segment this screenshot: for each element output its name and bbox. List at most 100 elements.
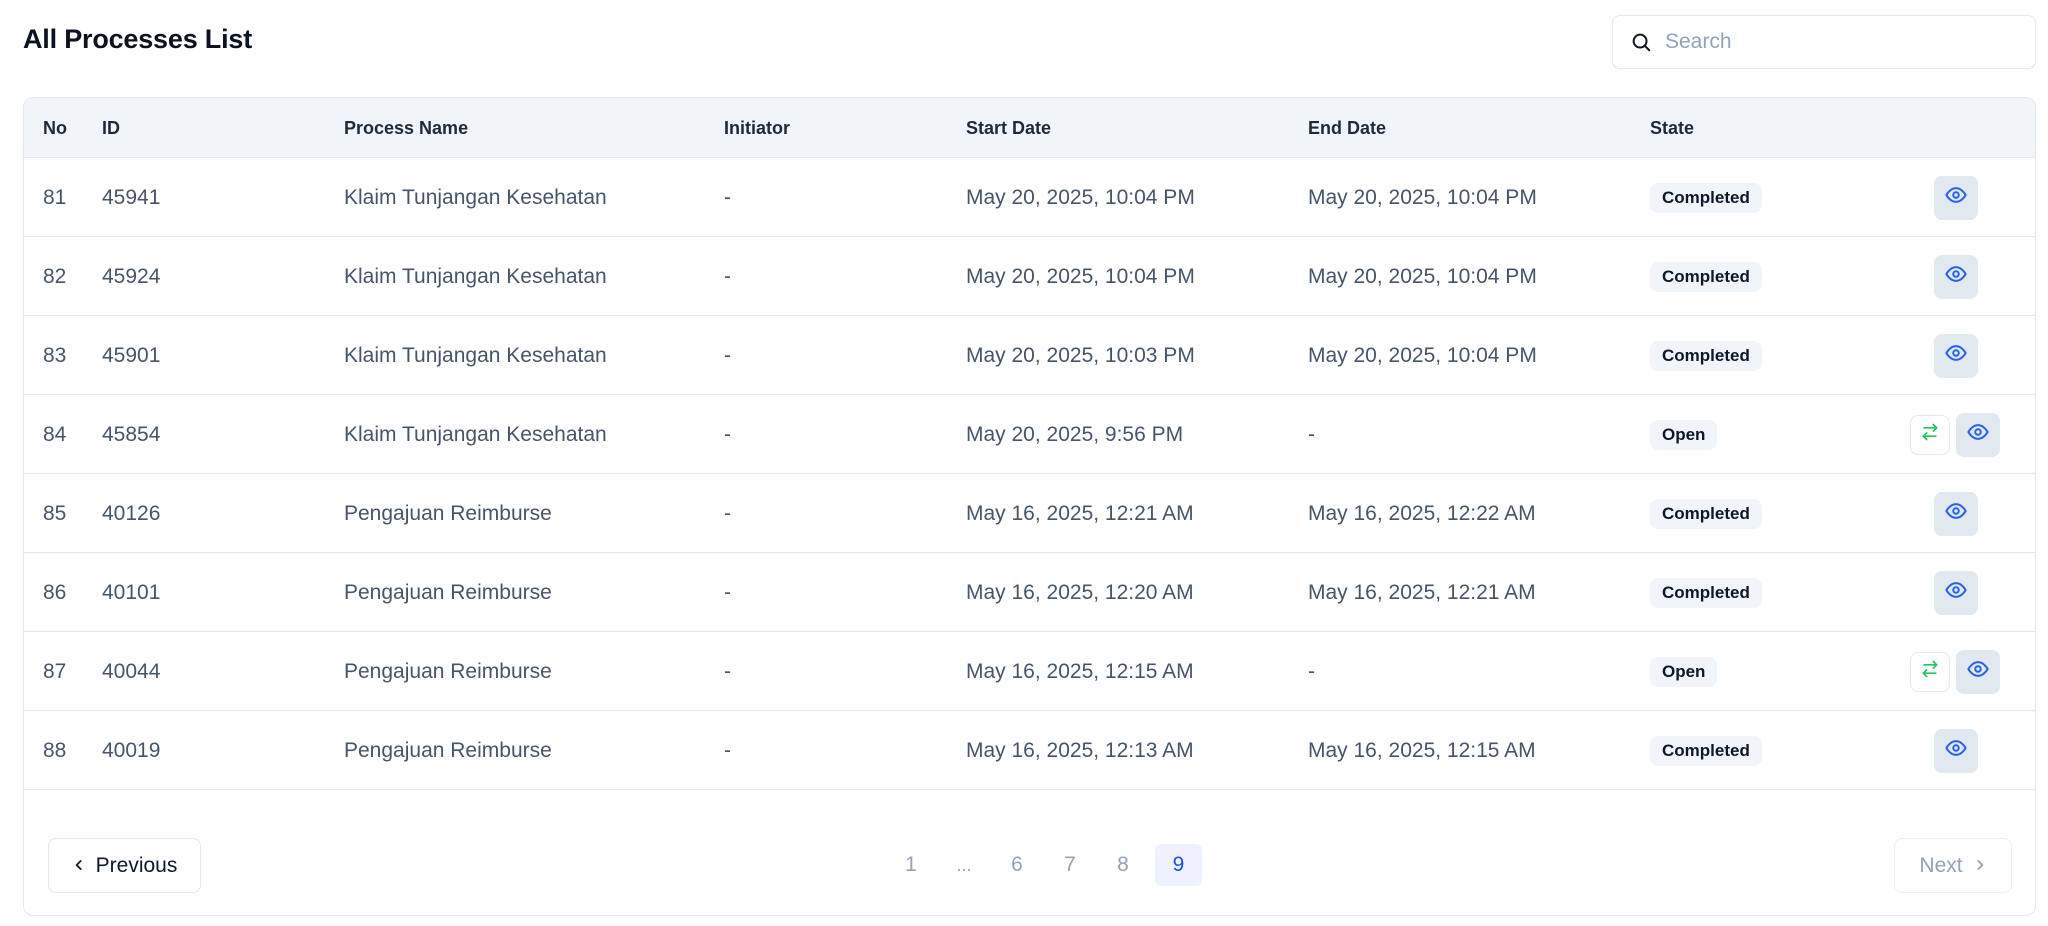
transfer-arrows-icon — [1920, 422, 1940, 447]
header-no: No — [43, 118, 67, 138]
table-row: 82 45924 Klaim Tunjangan Kesehatan - May 20,… — [24, 237, 2035, 316]
cell-process-name: Pengajuan Reimburse — [344, 581, 552, 604]
state-cell: Completed — [1650, 474, 1762, 553]
cell-start-date: May 16, 2025, 12:15 AM — [966, 660, 1194, 683]
transfer-arrows-icon — [1920, 659, 1940, 684]
next-label: Next — [1919, 853, 1963, 877]
page-7-button[interactable]: 7 — [1053, 844, 1087, 886]
eye-icon — [1945, 579, 1967, 606]
cell-id: 45854 — [102, 423, 161, 446]
cell-id: 45924 — [102, 265, 161, 288]
previous-label: Previous — [95, 853, 178, 877]
cell-end-date: May 16, 2025, 12:21 AM — [1308, 581, 1536, 604]
transfer-button[interactable] — [1910, 651, 1950, 692]
cell-id: 40019 — [102, 739, 161, 762]
transfer-button[interactable] — [1910, 414, 1950, 455]
processes-page: All Processes List No ID Process Name In… — [0, 0, 2048, 926]
cell-no: 81 — [43, 186, 67, 209]
eye-icon — [1945, 500, 1967, 527]
cell-id: 45901 — [102, 344, 161, 367]
row-actions — [1934, 474, 1978, 553]
processes-table: No ID Process Name Initiator Start Date … — [23, 97, 2036, 916]
previous-button[interactable]: Previous — [48, 838, 201, 893]
state-cell: Open — [1650, 395, 1718, 474]
view-button[interactable] — [1956, 649, 2000, 694]
cell-process-name: Pengajuan Reimburse — [344, 660, 552, 683]
cell-end-date: May 20, 2025, 10:04 PM — [1308, 186, 1537, 209]
page-9-button[interactable]: 9 — [1155, 844, 1202, 886]
cell-no: 86 — [43, 581, 67, 604]
cell-id: 40044 — [102, 660, 161, 683]
cell-end-date: - — [1308, 423, 1315, 446]
table-row: 85 40126 Pengajuan Reimburse - May 16, 2025,… — [24, 474, 2035, 553]
cell-initiator: - — [724, 423, 731, 446]
cell-start-date: May 20, 2025, 10:04 PM — [966, 186, 1195, 209]
cell-start-date: May 16, 2025, 12:21 AM — [966, 502, 1194, 525]
view-button[interactable] — [1934, 728, 1978, 773]
chevron-right-icon — [1973, 854, 1987, 878]
eye-icon — [1967, 421, 1989, 448]
row-actions — [1934, 158, 1978, 237]
header-initiator: Initiator — [724, 118, 790, 138]
cell-process-name: Klaim Tunjangan Kesehatan — [344, 186, 607, 209]
view-button[interactable] — [1934, 333, 1978, 378]
row-actions — [1934, 553, 1978, 632]
cell-process-name: Pengajuan Reimburse — [344, 502, 552, 525]
cell-initiator: - — [724, 265, 731, 288]
header-state: State — [1650, 118, 1695, 138]
table-row: 88 40019 Pengajuan Reimburse - May 16, 2025,… — [24, 711, 2035, 790]
cell-initiator: - — [724, 739, 731, 762]
search-icon — [1629, 30, 1653, 54]
page-1-button[interactable]: 1 — [894, 844, 928, 886]
cell-process-name: Klaim Tunjangan Kesehatan — [344, 423, 607, 446]
table-row: 81 45941 Klaim Tunjangan Kesehatan - May 20,… — [24, 158, 2035, 237]
eye-icon — [1967, 658, 1989, 685]
view-button[interactable] — [1934, 491, 1978, 536]
cell-id: 45941 — [102, 186, 161, 209]
cell-start-date: May 20, 2025, 10:03 PM — [966, 344, 1195, 367]
page-6-button[interactable]: 6 — [1000, 844, 1034, 886]
view-button[interactable] — [1934, 175, 1978, 220]
cell-end-date: May 16, 2025, 12:15 AM — [1308, 739, 1536, 762]
cell-start-date: May 16, 2025, 12:20 AM — [966, 581, 1194, 604]
cell-initiator: - — [724, 660, 731, 683]
view-button[interactable] — [1934, 570, 1978, 615]
next-button[interactable]: Next — [1894, 838, 2012, 893]
table-row: 86 40101 Pengajuan Reimburse - May 16, 2025,… — [24, 553, 2035, 632]
header-process-name: Process Name — [344, 118, 469, 138]
search-input[interactable] — [1665, 30, 2025, 54]
row-actions — [1910, 395, 2000, 474]
status-badge: Completed — [1650, 498, 1762, 529]
cell-process-name: Klaim Tunjangan Kesehatan — [344, 344, 607, 367]
cell-no: 83 — [43, 344, 67, 367]
state-cell: Completed — [1650, 316, 1762, 395]
status-badge: Completed — [1650, 182, 1762, 213]
table-row: 87 40044 Pengajuan Reimburse - May 16, 2025,… — [24, 632, 2035, 711]
table-row: 83 45901 Klaim Tunjangan Kesehatan - May 20,… — [24, 316, 2035, 395]
status-badge: Open — [1650, 419, 1718, 450]
status-badge: Completed — [1650, 577, 1762, 608]
row-actions — [1934, 711, 1978, 790]
state-cell: Completed — [1650, 553, 1762, 632]
cell-process-name: Pengajuan Reimburse — [344, 739, 552, 762]
status-badge: Open — [1650, 656, 1718, 687]
row-actions — [1934, 316, 1978, 395]
cell-no: 85 — [43, 502, 67, 525]
table-header: No ID Process Name Initiator Start Date … — [24, 98, 2035, 158]
cell-initiator: - — [724, 186, 731, 209]
page-8-button[interactable]: 8 — [1106, 844, 1140, 886]
view-button[interactable] — [1956, 412, 2000, 457]
cell-end-date: May 20, 2025, 10:04 PM — [1308, 344, 1537, 367]
search-box[interactable] — [1612, 15, 2036, 69]
cell-no: 88 — [43, 739, 67, 762]
cell-start-date: May 16, 2025, 12:13 AM — [966, 739, 1194, 762]
header-start-date: Start Date — [966, 118, 1052, 138]
view-button[interactable] — [1934, 254, 1978, 299]
cell-start-date: May 20, 2025, 10:04 PM — [966, 265, 1195, 288]
eye-icon — [1945, 342, 1967, 369]
state-cell: Completed — [1650, 711, 1762, 790]
header-end-date: End Date — [1308, 118, 1387, 138]
header-id: ID — [102, 118, 120, 138]
cell-id: 40101 — [102, 581, 161, 604]
row-actions — [1910, 632, 2000, 711]
